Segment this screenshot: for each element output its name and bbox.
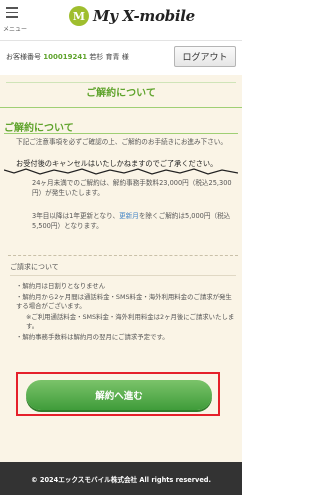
- customer-number-label: お客様番号: [6, 53, 41, 61]
- billing-item: ・解約月は日割りとなりません: [16, 282, 106, 290]
- page-title: ご解約について: [0, 75, 242, 108]
- main-content: ご解約について ご解約について 下記ご注意事項を必ずご確認の上、ご解約のお手続き…: [0, 75, 242, 462]
- menu-button[interactable]: メニュー: [3, 3, 28, 35]
- customer-number: 100019241: [43, 53, 88, 61]
- torn-edge-decoration: [4, 168, 238, 175]
- fee2-text-start: 3年目以降は1年更新となり、: [32, 212, 120, 220]
- billing-item: ・解約月から2ヶ月間は通話料金・SMS料金・海外利用料金のご請求が発生する場合が…: [16, 292, 232, 311]
- hamburger-icon: [6, 7, 18, 21]
- fee-note-after-3-years: 3年目以降は1年更新となり、更新月を除くご解約は5,000円（税込5,500円）…: [32, 211, 238, 231]
- proceed-to-cancel-button[interactable]: 解約へ進む: [26, 380, 212, 410]
- billing-item: ・解約事務手数料は解約月の翌月にご請求予定です。: [16, 332, 169, 341]
- section-divider: [4, 133, 238, 134]
- logout-button[interactable]: ログアウト: [174, 46, 236, 67]
- customer-info: お客様番号 100019241 若杉 育青 様: [6, 52, 129, 62]
- menu-label: メニュー: [3, 26, 28, 33]
- logo-text: My X-mobile: [93, 7, 195, 25]
- billing-title: ご請求について: [10, 263, 59, 271]
- app-header: メニュー M My X-mobile: [0, 0, 242, 41]
- fee-note-under-24-months: 24ヶ月未満でのご解約は、解約事務手数料23,000円（税込25,300円）が発…: [32, 179, 232, 197]
- customer-bar: お客様番号 100019241 若杉 育青 様 ログアウト: [0, 42, 242, 72]
- footer-copyright: © 2024エックスモバイル株式会社 All rights reserved.: [0, 462, 242, 495]
- billing-divider: [10, 275, 236, 276]
- renewal-month-link[interactable]: 更新月: [119, 212, 139, 220]
- billing-subnote: ※ご利用通話料金・SMS料金・海外利用料金は2ヶ月後にご請求いたします。: [26, 312, 235, 331]
- billing-list: ・解約月は日割りとなりません ・解約月から2ヶ月間は通話料金・SMS料金・海外利…: [16, 282, 236, 343]
- section-title: ご解約について: [4, 123, 74, 134]
- billing-section: ご請求について ・解約月は日割りとなりません ・解約月から2ヶ月間は通話料金・S…: [8, 255, 238, 365]
- logo-mark-icon: M: [69, 6, 89, 26]
- brand-logo[interactable]: M My X-mobile: [69, 5, 195, 27]
- intro-text: 下記ご注意事項を必ずご確認の上、ご解約のお手続きにお進み下さい。: [16, 138, 227, 146]
- cta-highlight-frame: 解約へ進む: [16, 372, 220, 416]
- customer-name: 若杉 育青 様: [89, 53, 129, 61]
